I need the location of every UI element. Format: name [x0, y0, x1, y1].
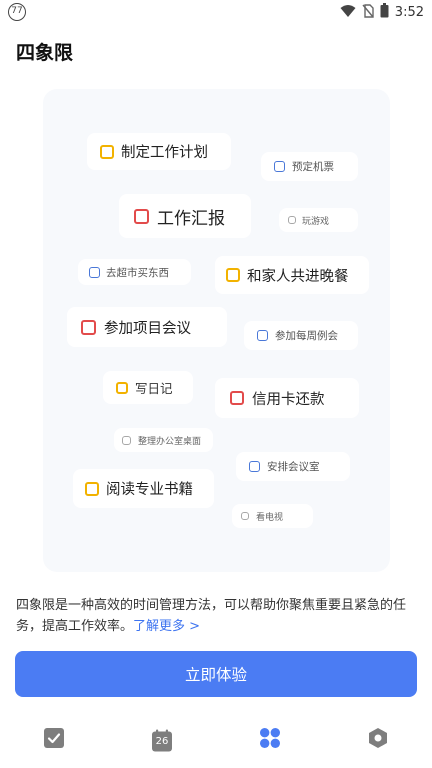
checkbox-icon [116, 381, 128, 394]
tab-todo[interactable] [0, 720, 108, 760]
task-label: 玩游戏 [302, 216, 330, 227]
page-title: 四象限 [16, 42, 74, 64]
battery-icon [380, 2, 389, 22]
hexagon-settings-icon [367, 727, 389, 753]
task-label: 看电视 [256, 512, 284, 523]
task-item: 写日记 [103, 371, 193, 404]
no-sim-icon [362, 3, 374, 22]
checkbox-icon [100, 144, 114, 159]
try-now-button[interactable]: 立即体验 [15, 651, 417, 697]
checkbox-icon [257, 330, 268, 341]
task-item: 参加项目会议 [67, 307, 227, 347]
checkbox-icon [134, 208, 149, 224]
task-label: 工作汇报 [157, 208, 225, 229]
checkbox-icon [230, 391, 244, 405]
task-item: 整理办公室桌面 [114, 428, 213, 452]
task-item: 安排会议室 [236, 452, 350, 481]
quadrant-icon [259, 727, 281, 753]
description-text: 四象限是一种高效的时间管理方法，可以帮助你聚焦重要且紧急的任务，提高工作效率。 [16, 598, 407, 634]
checkbox-icon [288, 216, 296, 224]
tab-calendar[interactable]: 26 [108, 720, 216, 760]
tab-quadrant[interactable] [216, 720, 324, 760]
clock: 3:52 [394, 4, 424, 20]
task-label: 制定工作计划 [121, 145, 208, 161]
task-label: 和家人共进晚餐 [247, 268, 349, 285]
notification-count-badge: 77 [8, 3, 26, 21]
task-label: 参加项目会议 [104, 320, 191, 337]
status-bar: 77 3:52 [0, 0, 432, 24]
calendar-day: 26 [155, 735, 169, 747]
calendar-icon: 26 [151, 729, 173, 752]
checkbox-icon [122, 435, 131, 445]
task-label: 安排会议室 [267, 461, 320, 473]
task-item: 信用卡还款 [215, 378, 359, 418]
task-item: 参加每周例会 [244, 321, 358, 350]
wifi-icon [340, 3, 356, 22]
checkbox-icon [241, 512, 249, 520]
task-label: 整理办公室桌面 [138, 436, 202, 447]
task-item: 工作汇报 [119, 194, 251, 238]
checkbox-icon [89, 266, 100, 278]
task-label: 阅读专业书籍 [106, 482, 193, 498]
task-label: 去超市买东西 [106, 266, 169, 279]
task-item: 玩游戏 [279, 208, 358, 232]
task-item: 和家人共进晚餐 [215, 256, 369, 294]
task-item: 去超市买东西 [78, 259, 191, 285]
bottom-tab-bar: 26 [0, 720, 432, 760]
checkbox-icon [81, 319, 96, 335]
tab-settings[interactable] [324, 720, 432, 760]
task-label: 预定机票 [292, 161, 334, 173]
checkbox-icon [226, 268, 240, 282]
checkbox-icon [249, 461, 260, 472]
checkbox-icon [274, 161, 285, 172]
task-item: 阅读专业书籍 [73, 469, 214, 508]
status-icons: 3:52 [340, 2, 424, 22]
checkbox-icon [85, 481, 99, 496]
task-label: 信用卡还款 [252, 391, 325, 408]
learn-more-link[interactable]: 了解更多 > [133, 619, 200, 634]
task-item: 看电视 [232, 504, 313, 528]
task-label: 参加每周例会 [275, 330, 338, 342]
todo-check-icon [43, 727, 65, 753]
task-label: 写日记 [135, 381, 173, 396]
description: 四象限是一种高效的时间管理方法，可以帮助你聚焦重要且紧急的任务，提高工作效率。了… [16, 595, 416, 637]
task-item: 制定工作计划 [87, 133, 231, 170]
task-item: 预定机票 [261, 152, 358, 181]
